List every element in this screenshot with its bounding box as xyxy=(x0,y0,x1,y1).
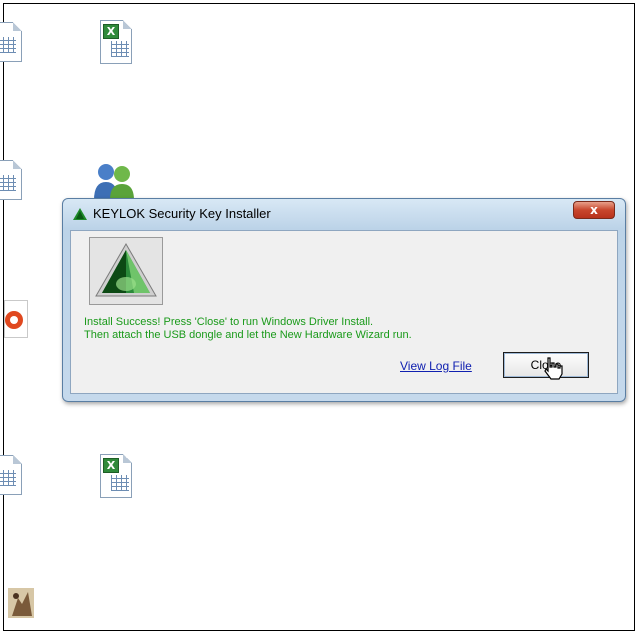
users-icon[interactable] xyxy=(90,160,140,200)
image-icon[interactable] xyxy=(8,588,34,618)
hand-cursor-icon xyxy=(544,357,563,380)
excel-file-icon[interactable]: X xyxy=(100,454,132,498)
dialog-title: KEYLOK Security Key Installer xyxy=(93,206,271,221)
status-message: Install Success! Press 'Close' to run Wi… xyxy=(84,316,412,342)
spreadsheet-icon[interactable] xyxy=(0,160,22,200)
close-window-button[interactable]: x xyxy=(573,201,615,219)
view-log-file-link[interactable]: View Log File xyxy=(400,359,472,373)
keylok-logo-icon xyxy=(73,208,87,220)
status-message-line1: Install Success! Press 'Close' to run Wi… xyxy=(84,316,374,328)
status-message-line2: Then attach the USB dongle and let the N… xyxy=(84,329,412,341)
excel-x-icon: X xyxy=(103,24,119,39)
spreadsheet-icon[interactable] xyxy=(0,455,22,495)
keylok-logo xyxy=(89,237,163,305)
excel-file-icon[interactable]: X xyxy=(100,20,132,64)
powerpoint-icon[interactable] xyxy=(4,300,28,338)
excel-x-icon: X xyxy=(103,458,119,473)
spreadsheet-icon[interactable] xyxy=(0,22,22,62)
title-bar[interactable]: KEYLOK Security Key Installer x xyxy=(63,199,625,229)
dialog-client-area: Install Success! Press 'Close' to run Wi… xyxy=(70,230,618,394)
keylok-pyramid-icon xyxy=(95,242,157,297)
